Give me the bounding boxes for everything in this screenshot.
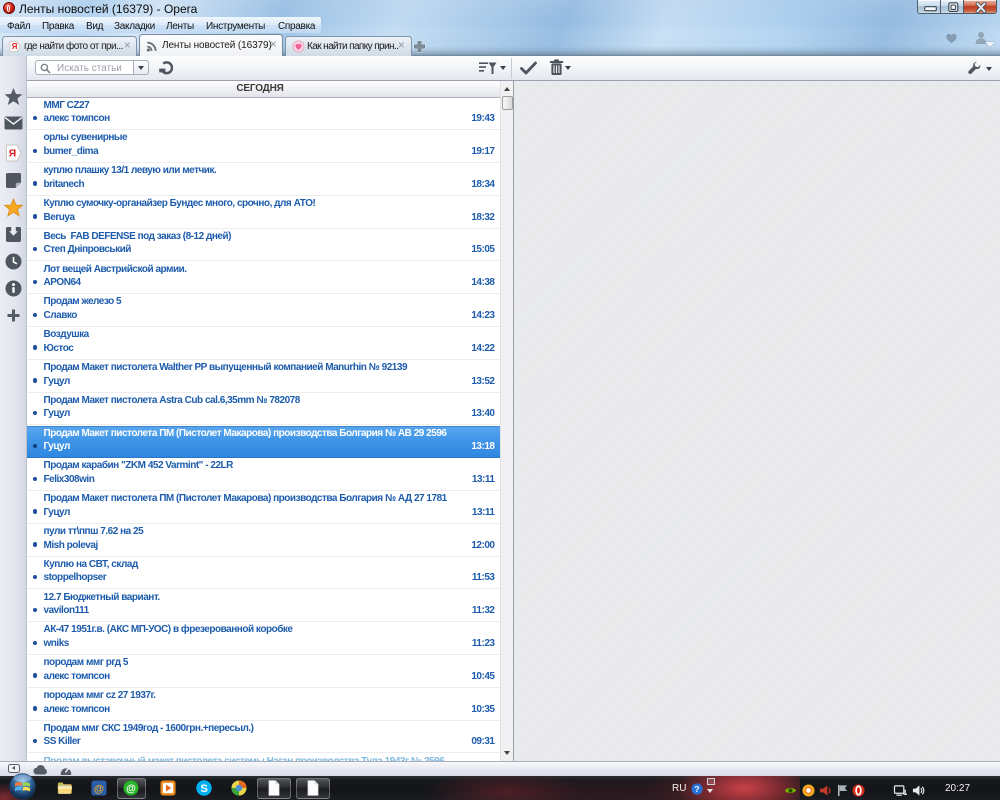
svg-text:S: S <box>200 783 208 795</box>
svg-text:@: @ <box>126 783 136 794</box>
svg-text:Я: Я <box>12 42 18 51</box>
svg-text:Я: Я <box>9 148 17 160</box>
svg-text:@: @ <box>94 783 104 794</box>
svg-text:?: ? <box>694 784 699 794</box>
